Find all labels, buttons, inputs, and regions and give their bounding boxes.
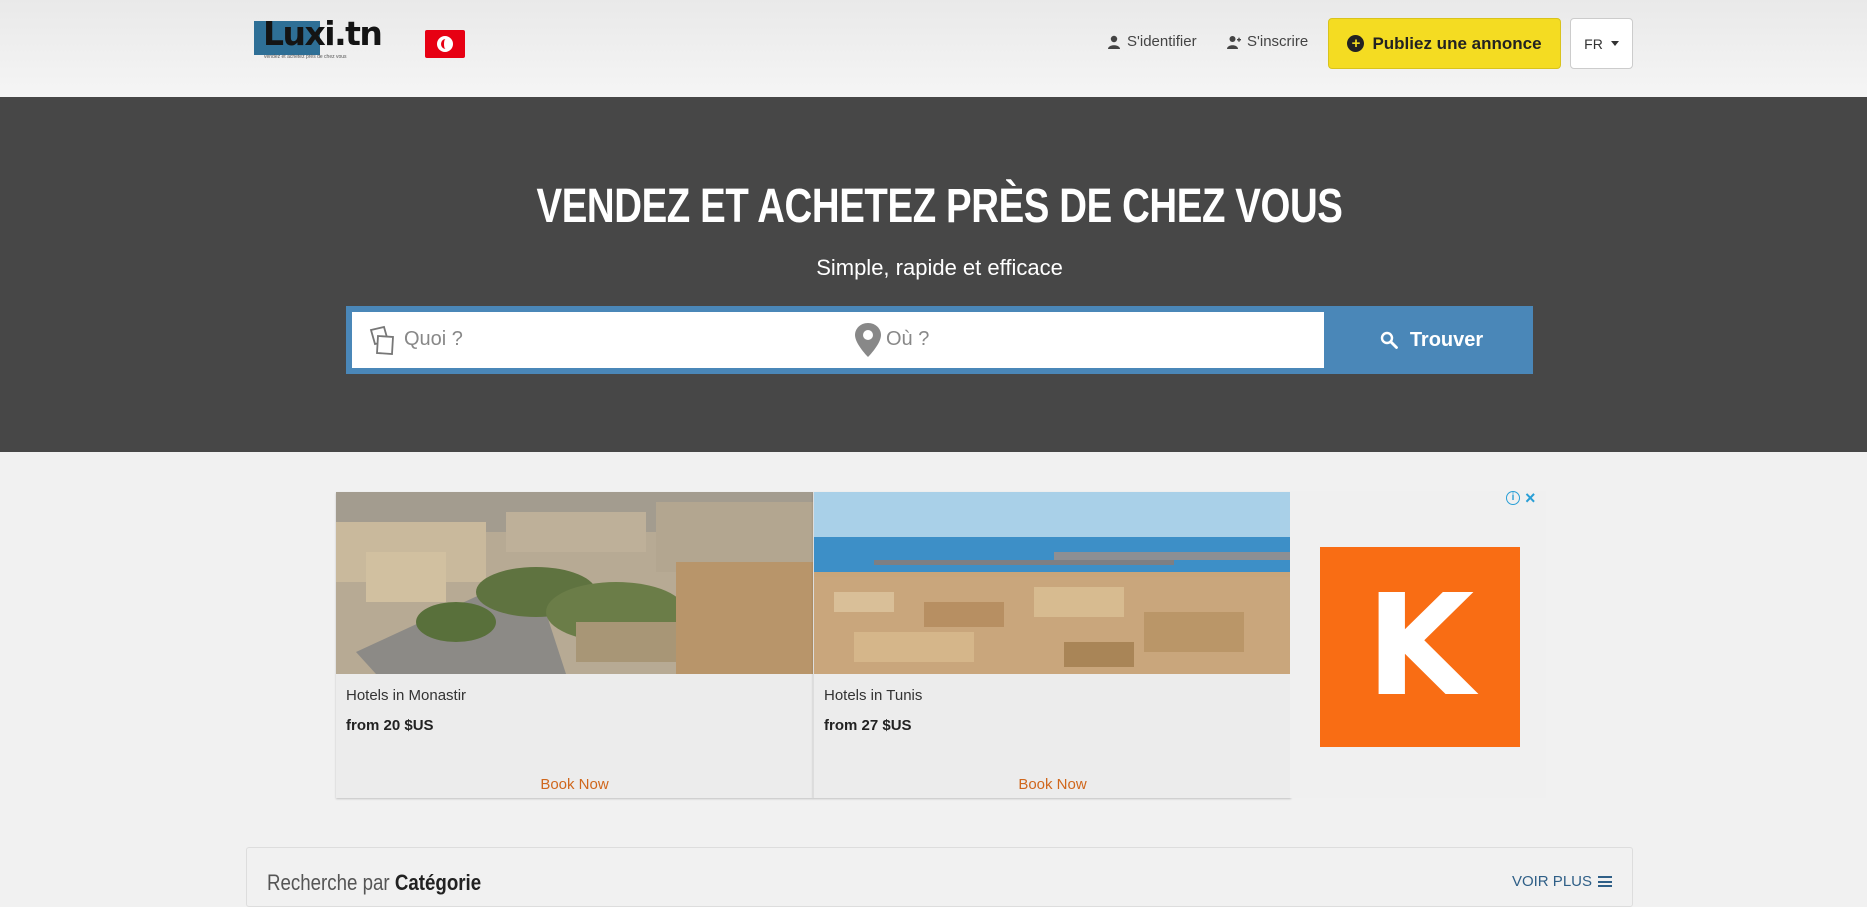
hero-section: VENDEZ ET ACHETEZ PRÈS DE CHEZ VOUS Simp… [0,97,1867,452]
logo-tagline: vendez et achetez près de chez vous [264,54,347,60]
register-link[interactable]: S'inscrire [1227,33,1308,50]
user-icon [1108,35,1120,49]
publish-label: Publiez une annonce [1372,33,1542,53]
ad-name-tunis: Hotels in Tunis [824,687,923,704]
kayak-letter: K [1365,565,1475,728]
what-input[interactable]: Quoi ? [352,312,840,368]
publish-ad-button[interactable]: + Publiez une annonce [1328,18,1561,69]
logo-text: Luxi.tn [263,14,383,53]
ad-banner: Hotels in Monastir from 20 $US Book Now … [336,489,1546,798]
search-label: Trouver [1409,328,1484,351]
login-label: S'identifier [1127,33,1197,50]
info-icon[interactable]: i [1506,491,1520,505]
plus-circle-icon: + [1347,35,1365,52]
ad-brand-panel[interactable]: K [1290,491,1546,798]
search-icon [1380,331,1398,349]
language-label: FR [1584,35,1603,52]
ad-card-monastir[interactable]: Hotels in Monastir from 20 $US Book Now [336,492,813,798]
category-bar: Recherche par Catégorie VOIR PLUS [246,847,1633,907]
search-button[interactable]: Trouver [1330,306,1533,374]
book-now-link-tunis[interactable]: Book Now [814,776,1291,793]
see-more-link[interactable]: VOIR PLUS [1512,873,1612,890]
ad-image-monastir [336,492,813,674]
list-icon [1598,876,1612,887]
ad-image-tunis [814,492,1291,674]
language-dropdown[interactable]: FR [1570,18,1633,69]
where-placeholder: Où ? [886,328,930,350]
ad-name-monastir: Hotels in Monastir [346,687,467,704]
search-bar: Quoi ? Où ? Trouver [346,306,1533,374]
category-title: Recherche par Catégorie [267,870,481,896]
category-title-bold: Catégorie [394,870,482,895]
tags-icon [369,325,394,355]
where-input[interactable]: Où ? [840,312,1324,368]
user-plus-icon [1227,35,1241,49]
hero-title: VENDEZ ET ACHETEZ PRÈS DE CHEZ VOUS [536,180,1343,233]
kayak-logo: K [1320,547,1520,747]
ad-price-monastir: from 20 $US [346,717,434,734]
see-more-label: VOIR PLUS [1511,873,1592,890]
map-pin-icon [855,323,881,357]
ad-price-tunis: from 27 $US [824,717,912,734]
site-header: Luxi.tn vendez et achetez près de chez v… [0,0,1867,97]
ad-controls: i × [1506,489,1536,507]
close-icon[interactable]: × [1525,489,1536,507]
ad-card-tunis[interactable]: Hotels in Tunis from 27 $US Book Now [813,492,1291,798]
login-link[interactable]: S'identifier [1107,33,1197,50]
hero-subtitle: Simple, rapide et efficace [816,255,1063,280]
site-logo[interactable]: Luxi.tn vendez et achetez près de chez v… [254,14,384,66]
category-title-prefix: Recherche par [267,870,395,895]
what-placeholder: Quoi ? [404,328,463,350]
tunisia-flag-icon[interactable] [425,30,465,58]
caret-down-icon [1610,41,1619,46]
book-now-link-monastir[interactable]: Book Now [336,776,813,793]
register-label: S'inscrire [1247,33,1309,50]
